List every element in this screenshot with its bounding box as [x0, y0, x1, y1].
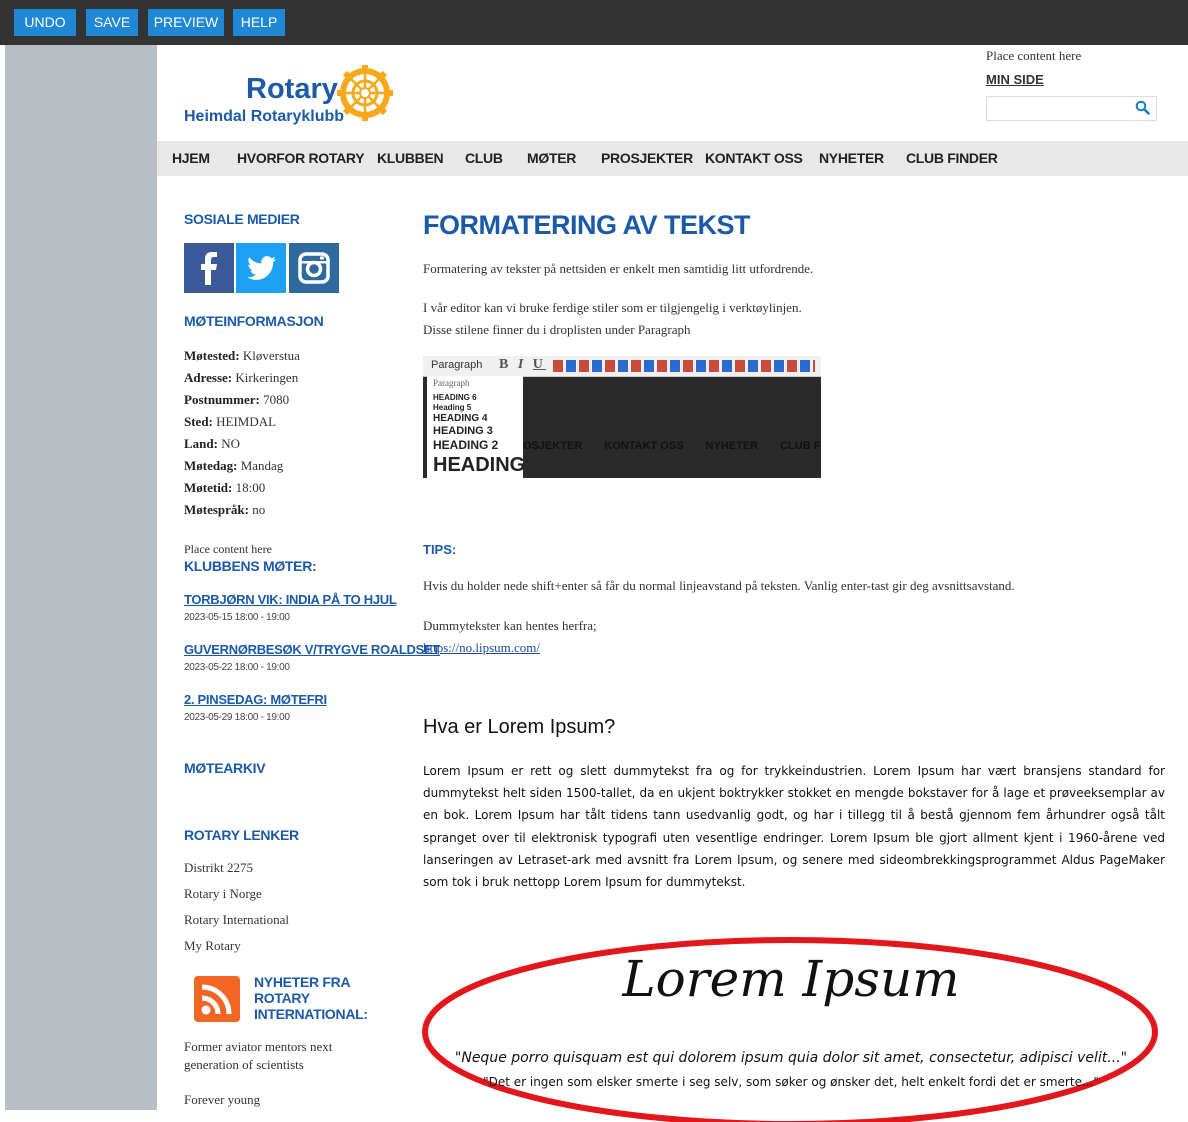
lipsum-link[interactable]: https://no.lipsum.com/ — [423, 640, 540, 656]
meeting-info-row: Møtespråk: no — [184, 502, 266, 517]
rotary-link[interactable]: Rotary International — [184, 912, 289, 928]
nav-item-kontakt-oss[interactable]: KONTAKT OSS — [705, 150, 803, 166]
event-date: 2023-05-15 18:00 - 19:00 — [184, 612, 290, 623]
facebook-glyph-icon — [201, 252, 217, 285]
tips-text: Hvis du holder nede shift+enter så får d… — [423, 578, 1015, 593]
meeting-info-row: Møtested: Kløverstua — [184, 348, 300, 363]
lorem-paragraph: Lorem Ipsum er rett og slett dummytekst … — [423, 764, 1165, 890]
instagram-camera-icon — [298, 252, 330, 284]
instagram-icon[interactable] — [289, 243, 339, 293]
rss-icon — [194, 976, 240, 1022]
event-date: 2023-05-22 18:00 - 19:00 — [184, 662, 290, 673]
lorem-ipsum-logo-text: Lorem Ipsum — [622, 950, 960, 1008]
meeting-info-row: Møtedag: Mandag — [184, 458, 284, 473]
meeting-archive-link[interactable]: MØTEARKIV — [184, 760, 266, 776]
meeting-info-heading: MØTEINFORMASJON — [184, 313, 324, 329]
news-item[interactable]: Forever young — [184, 1092, 260, 1108]
event-link[interactable]: GUVERNØRBESØK V/TRYGVE ROALDSET — [184, 642, 440, 657]
meeting-info-row: Møtetid: 18:00 — [184, 480, 266, 495]
left-margin-panel — [5, 45, 157, 1110]
help-button[interactable]: HELP — [233, 9, 285, 36]
search-box — [986, 96, 1157, 122]
social-media-heading: SOSIALE MEDIER — [184, 211, 300, 227]
latin-quote: "Neque porro quisquam est qui dolorem ip… — [454, 1050, 1128, 1066]
main-nav: HJEM HVORFOR ROTARY KLUBBEN CLUB MØTER P… — [157, 141, 1188, 176]
editor-toolbar-strip: Paragraph B I U — [423, 356, 821, 377]
tips-heading: TIPS: — [423, 542, 457, 557]
rotary-link[interactable]: Rotary i Norge — [184, 886, 262, 902]
club-name: Heimdal Rotaryklubb — [184, 108, 345, 125]
rotary-link[interactable]: My Rotary — [184, 938, 241, 954]
meeting-info-row: Land: NO — [184, 436, 240, 451]
save-button[interactable]: SAVE — [86, 9, 138, 36]
editor-icon-strip — [553, 360, 815, 372]
rotary-logo[interactable]: Rotary Heimdal Rotaryklubb — [184, 64, 399, 130]
nav-item-hjem[interactable]: HJEM — [172, 150, 210, 166]
search-icon[interactable] — [1135, 100, 1150, 115]
nav-item-nyheter[interactable]: NYHETER — [819, 150, 884, 166]
min-side-link[interactable]: MIN SIDE — [986, 72, 1044, 87]
meeting-info-row: Postnummer: 7080 — [184, 392, 290, 407]
search-input[interactable] — [991, 98, 1135, 122]
rotary-links-heading: ROTARY LENKER — [184, 827, 299, 843]
meeting-info-row: Sted: HEIMDAL — [184, 414, 277, 429]
club-meetings-heading: KLUBBENS MØTER: — [184, 558, 317, 574]
nav-item-klubben[interactable]: KLUBBEN — [377, 150, 444, 166]
event-link[interactable]: TORBJØRN VIK: INDIA PÅ TO HJUL — [184, 592, 397, 607]
nav-item-club[interactable]: CLUB — [465, 150, 503, 166]
dummy-text-label: Dummytekster kan hentes herfra; — [423, 618, 597, 633]
nav-item-prosjekter[interactable]: PROSJEKTER — [601, 150, 693, 166]
logo-wordmark: Rotary — [246, 73, 338, 105]
undo-button[interactable]: UNDO — [14, 9, 76, 36]
nav-item-hvorfor-rotary[interactable]: HVORFOR ROTARY — [237, 150, 365, 166]
placeholder-text: Place content here — [986, 48, 1082, 63]
paragraph: Disse stilene finner du i droplisten und… — [423, 322, 691, 337]
page-title: FORMATERING AV TEKST — [423, 210, 751, 240]
editor-menu-bg: OSJEKTERKONTAKT OSSNYHETERCLUB FINDE — [523, 440, 821, 452]
facebook-icon[interactable] — [184, 243, 234, 293]
rss-glyph-icon — [201, 984, 232, 1015]
nav-item-moter[interactable]: MØTER — [527, 150, 576, 166]
event-date: 2023-05-29 18:00 - 19:00 — [184, 712, 290, 723]
rotary-wheel-icon — [337, 65, 393, 121]
meeting-info-row: Adresse: Kirkeringen — [184, 370, 299, 385]
rotary-link[interactable]: Distrikt 2275 — [184, 860, 253, 876]
paragraph: I vår editor kan vi bruke ferdige stiler… — [423, 300, 802, 315]
editor-format-icons: B I U — [499, 357, 546, 372]
event-link[interactable]: 2. PINSEDAG: MØTEFRI — [184, 692, 327, 707]
style-dropdown: Paragraph HEADING 6 Heading 5 HEADING 4 … — [427, 376, 525, 478]
rotary-news-heading: NYHETER FRA ROTARY INTERNATIONAL: — [254, 974, 368, 1022]
editor-screenshot-image: Paragraph B I U Paragraph HEADING 6 Head… — [423, 356, 821, 478]
lorem-heading: Hva er Lorem Ipsum? — [423, 716, 616, 738]
norwegian-quote: "Det er ingen som elsker smerte i seg se… — [483, 1075, 1099, 1089]
twitter-icon[interactable] — [236, 243, 286, 293]
preview-button[interactable]: PREVIEW — [148, 9, 224, 36]
news-item[interactable]: generation of scientists — [184, 1057, 304, 1073]
paragraph: Formatering av tekster på nettsiden er e… — [423, 261, 814, 276]
editor-toolbar: UNDO SAVE PREVIEW HELP — [0, 0, 1188, 45]
news-item[interactable]: Former aviator mentors next — [184, 1039, 332, 1055]
paragraph-select: Paragraph — [431, 359, 483, 371]
nav-item-club-finder[interactable]: CLUB FINDER — [906, 150, 998, 166]
twitter-bird-icon — [247, 256, 276, 280]
placeholder-text: Place content here — [184, 542, 272, 556]
